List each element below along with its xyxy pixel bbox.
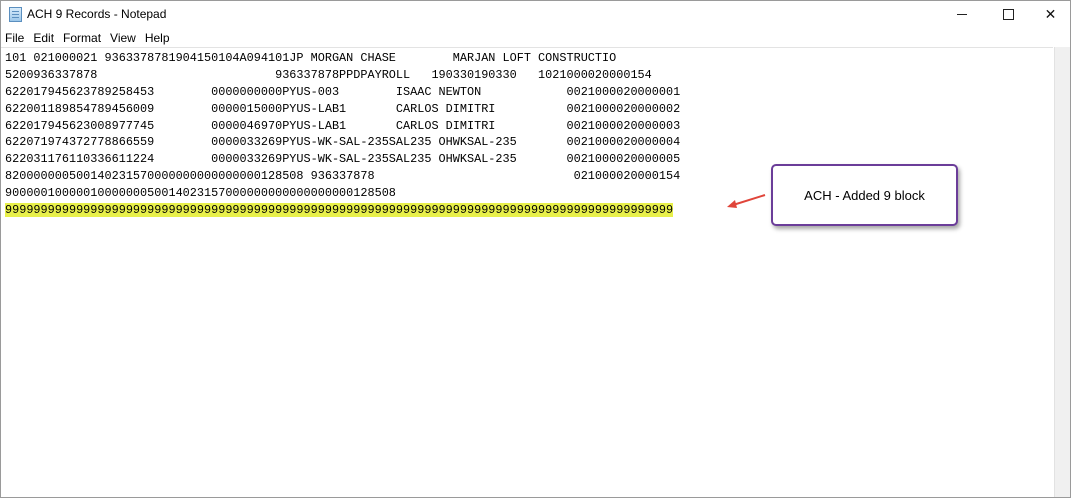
text-line[interactable]: 622071974372778866559 0000033269PYUS-WK-… bbox=[5, 134, 680, 151]
text-line[interactable]: 622031176110336611224 0000033269PYUS-WK-… bbox=[5, 151, 680, 168]
maximize-button[interactable] bbox=[985, 1, 1031, 28]
text-line[interactable]: 622001189854789456009 0000015000PYUS-LAB… bbox=[5, 101, 680, 118]
minimize-button[interactable] bbox=[939, 1, 985, 28]
title-bar[interactable]: ACH 9 Records - Notepad ✕ bbox=[1, 1, 1070, 28]
menu-edit[interactable]: Edit bbox=[29, 31, 58, 45]
annotation-callout: ACH - Added 9 block bbox=[771, 164, 958, 226]
text-line[interactable]: 101 021000021 9363378781904150104A094101… bbox=[5, 50, 680, 67]
menu-format[interactable]: Format bbox=[59, 31, 105, 45]
menu-help[interactable]: Help bbox=[141, 31, 174, 45]
window-title: ACH 9 Records - Notepad bbox=[27, 7, 167, 21]
notepad-window: ACH 9 Records - Notepad ✕ File Edit Form… bbox=[0, 0, 1071, 498]
close-button[interactable]: ✕ bbox=[1031, 1, 1070, 28]
menu-bar: File Edit Format View Help bbox=[1, 29, 1070, 47]
minimize-icon bbox=[957, 14, 967, 15]
text-content[interactable]: 101 021000021 9363378781904150104A094101… bbox=[5, 50, 680, 219]
text-line[interactable]: 8200000005001402315700000000000000001285… bbox=[5, 168, 680, 185]
text-line[interactable]: 622017945623008977745 0000046970PYUS-LAB… bbox=[5, 118, 680, 135]
highlighted-text-line[interactable]: 9999999999999999999999999999999999999999… bbox=[5, 202, 680, 219]
red-arrow-icon bbox=[727, 194, 766, 208]
text-line[interactable]: 9000001000001000000050014023157000000000… bbox=[5, 185, 680, 202]
close-icon: ✕ bbox=[1044, 6, 1057, 23]
text-editor[interactable]: 101 021000021 9363378781904150104A094101… bbox=[1, 47, 1053, 497]
highlighted-nines-block[interactable]: 9999999999999999999999999999999999999999… bbox=[5, 203, 674, 218]
maximize-icon bbox=[1002, 9, 1014, 20]
notepad-icon bbox=[9, 7, 22, 22]
callout-text: ACH - Added 9 block bbox=[804, 187, 925, 203]
menu-file[interactable]: File bbox=[1, 31, 28, 45]
menu-view[interactable]: View bbox=[106, 31, 140, 45]
text-line[interactable]: 622017945623789258453 0000000000PYUS-003… bbox=[5, 84, 680, 101]
text-line[interactable]: 5200936337878 936337878PPDPAYROLL 190330… bbox=[5, 67, 680, 84]
vertical-scrollbar[interactable] bbox=[1054, 47, 1070, 497]
